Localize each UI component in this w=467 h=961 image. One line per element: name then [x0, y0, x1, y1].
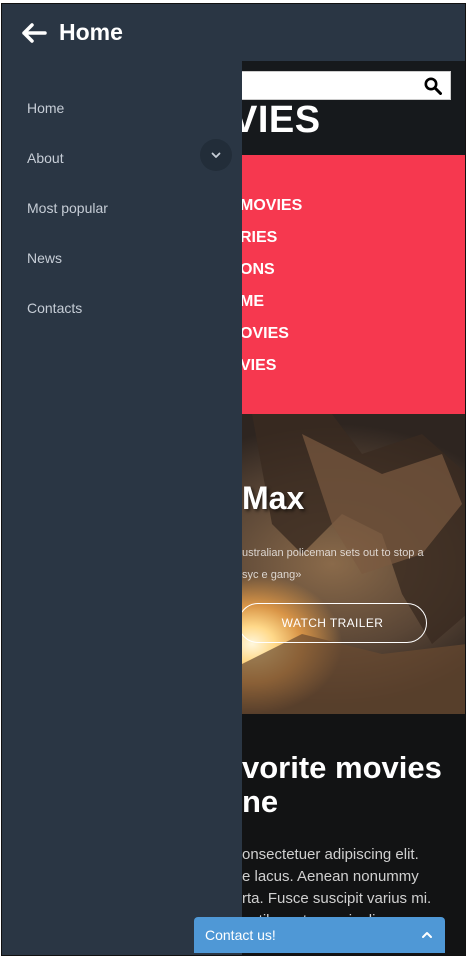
search-input[interactable]: [230, 71, 451, 100]
hero-title: Max: [242, 480, 305, 516]
chevron-up-icon[interactable]: [421, 931, 433, 939]
nav-drawer: Home About Most popular News Contacts: [2, 61, 242, 955]
chevron-down-icon: [211, 152, 221, 158]
favorites-title-line2: ne: [242, 784, 279, 819]
favorites-title-line1: vorite movies: [242, 750, 442, 785]
menu-item[interactable]: OVIES: [240, 325, 289, 343]
drawer-item-contacts[interactable]: Contacts: [27, 300, 82, 316]
menu-item[interactable]: ONS: [240, 261, 275, 279]
menu-item[interactable]: VIES: [240, 357, 276, 375]
app-header: Home: [2, 4, 465, 61]
drawer-item-home[interactable]: Home: [27, 100, 64, 116]
menu-item[interactable]: RIES: [240, 229, 277, 247]
drawer-item-news[interactable]: News: [27, 250, 62, 266]
drawer-item-about[interactable]: About: [27, 150, 64, 166]
header-title: Home: [59, 19, 123, 45]
watch-trailer-button[interactable]: WATCH TRAILER: [238, 603, 427, 643]
drawer-item-most-popular[interactable]: Most popular: [27, 200, 108, 216]
hero-description: ustralian policeman sets out to stop a s…: [242, 547, 424, 581]
about-expand-button[interactable]: [200, 139, 232, 171]
menu-item[interactable]: ME: [240, 293, 264, 311]
contact-us-bar[interactable]: Contact us!: [194, 917, 445, 953]
site-brand: VIES: [232, 99, 321, 141]
app-frame: Home VIES MOVIES RIES ONS ME OVIES VIES: [1, 3, 466, 956]
menu-item[interactable]: MOVIES: [240, 197, 302, 215]
search-icon[interactable]: [424, 77, 442, 95]
arrow-left-icon[interactable]: [21, 22, 47, 43]
contact-us-label: Contact us!: [205, 927, 276, 943]
